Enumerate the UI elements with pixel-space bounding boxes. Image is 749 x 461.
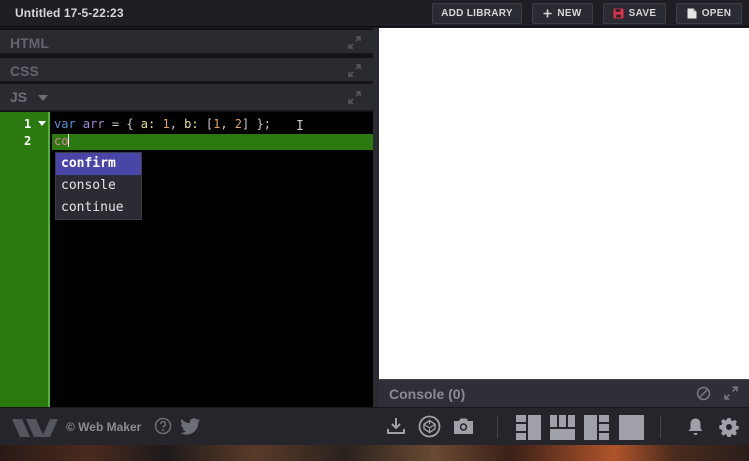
css-panel-header[interactable]: CSS xyxy=(0,58,373,82)
expand-icon[interactable] xyxy=(348,36,361,54)
floppy-icon xyxy=(613,8,624,19)
download-icon[interactable] xyxy=(387,417,405,440)
autocomplete-item[interactable]: confirm xyxy=(56,153,141,175)
expand-icon[interactable] xyxy=(348,64,361,82)
caret xyxy=(68,134,70,147)
project-title[interactable]: Untitled 17-5-22:23 xyxy=(15,6,124,20)
gear-icon[interactable] xyxy=(719,417,739,442)
help-icon[interactable] xyxy=(154,417,172,440)
active-line-highlight xyxy=(52,134,373,150)
layout-1-icon[interactable] xyxy=(516,415,541,445)
desktop-background xyxy=(0,445,749,461)
fold-arrow-icon[interactable] xyxy=(38,121,46,126)
js-panel-title: JS xyxy=(10,89,28,105)
chevron-down-icon[interactable] xyxy=(38,95,48,101)
autocomplete-item[interactable]: console xyxy=(56,175,141,197)
console-bar[interactable]: Console (0) xyxy=(379,379,749,407)
html-panel-header[interactable]: HTML xyxy=(0,30,373,54)
add-library-label: ADD LIBRARY xyxy=(441,8,513,19)
open-label: OPEN xyxy=(701,8,732,19)
js-panel-header[interactable]: JS xyxy=(0,84,373,111)
editor-column: HTML CSS JS 1 2 var arr = { a: 1, b: [1,… xyxy=(0,28,375,407)
top-bar: Untitled 17-5-22:23 ADD LIBRARY NEW SAVE… xyxy=(0,0,749,27)
css-panel-title: CSS xyxy=(10,63,39,79)
line-number: 2 xyxy=(24,134,32,148)
open-button[interactable]: OPEN xyxy=(676,3,742,24)
code-line-1: var arr = { a: 1, b: [1, 2] }; xyxy=(54,117,271,131)
layout-full-icon[interactable] xyxy=(619,415,644,445)
twitter-icon[interactable] xyxy=(180,418,201,440)
brand-label[interactable]: © Web Maker xyxy=(66,420,141,434)
web-maker-logo[interactable] xyxy=(12,418,58,443)
codepen-icon[interactable] xyxy=(418,415,441,443)
html-panel-title: HTML xyxy=(10,35,49,51)
footer-bar: © Web Maker xyxy=(0,407,749,445)
text-cursor-icon: I xyxy=(296,119,304,134)
output-preview[interactable] xyxy=(379,28,749,379)
line-number: 1 xyxy=(24,117,32,131)
console-title: Console (0) xyxy=(389,386,466,402)
line-gutter: 1 2 xyxy=(0,112,50,407)
divider xyxy=(497,416,498,438)
save-button[interactable]: SAVE xyxy=(603,3,666,24)
clear-console-icon[interactable] xyxy=(696,386,711,406)
layout-2-icon[interactable] xyxy=(550,415,575,445)
expand-icon[interactable] xyxy=(348,91,361,109)
autocomplete-item[interactable]: continue xyxy=(56,197,141,219)
js-code-editor[interactable]: 1 2 var arr = { a: 1, b: [1, 2] }; I co … xyxy=(0,112,373,407)
camera-icon[interactable] xyxy=(453,417,474,440)
new-button[interactable]: NEW xyxy=(532,3,593,24)
bell-icon[interactable] xyxy=(686,417,705,442)
expand-icon[interactable] xyxy=(724,386,738,405)
plus-icon xyxy=(543,9,552,18)
save-label: SAVE xyxy=(628,8,657,19)
layout-3-icon[interactable] xyxy=(584,415,609,445)
new-label: NEW xyxy=(557,8,582,19)
code-line-2: co xyxy=(54,134,70,148)
divider xyxy=(660,416,661,438)
folder-icon xyxy=(687,8,697,19)
add-library-button[interactable]: ADD LIBRARY xyxy=(432,3,522,24)
autocomplete-popup: confirm console continue xyxy=(55,152,142,220)
